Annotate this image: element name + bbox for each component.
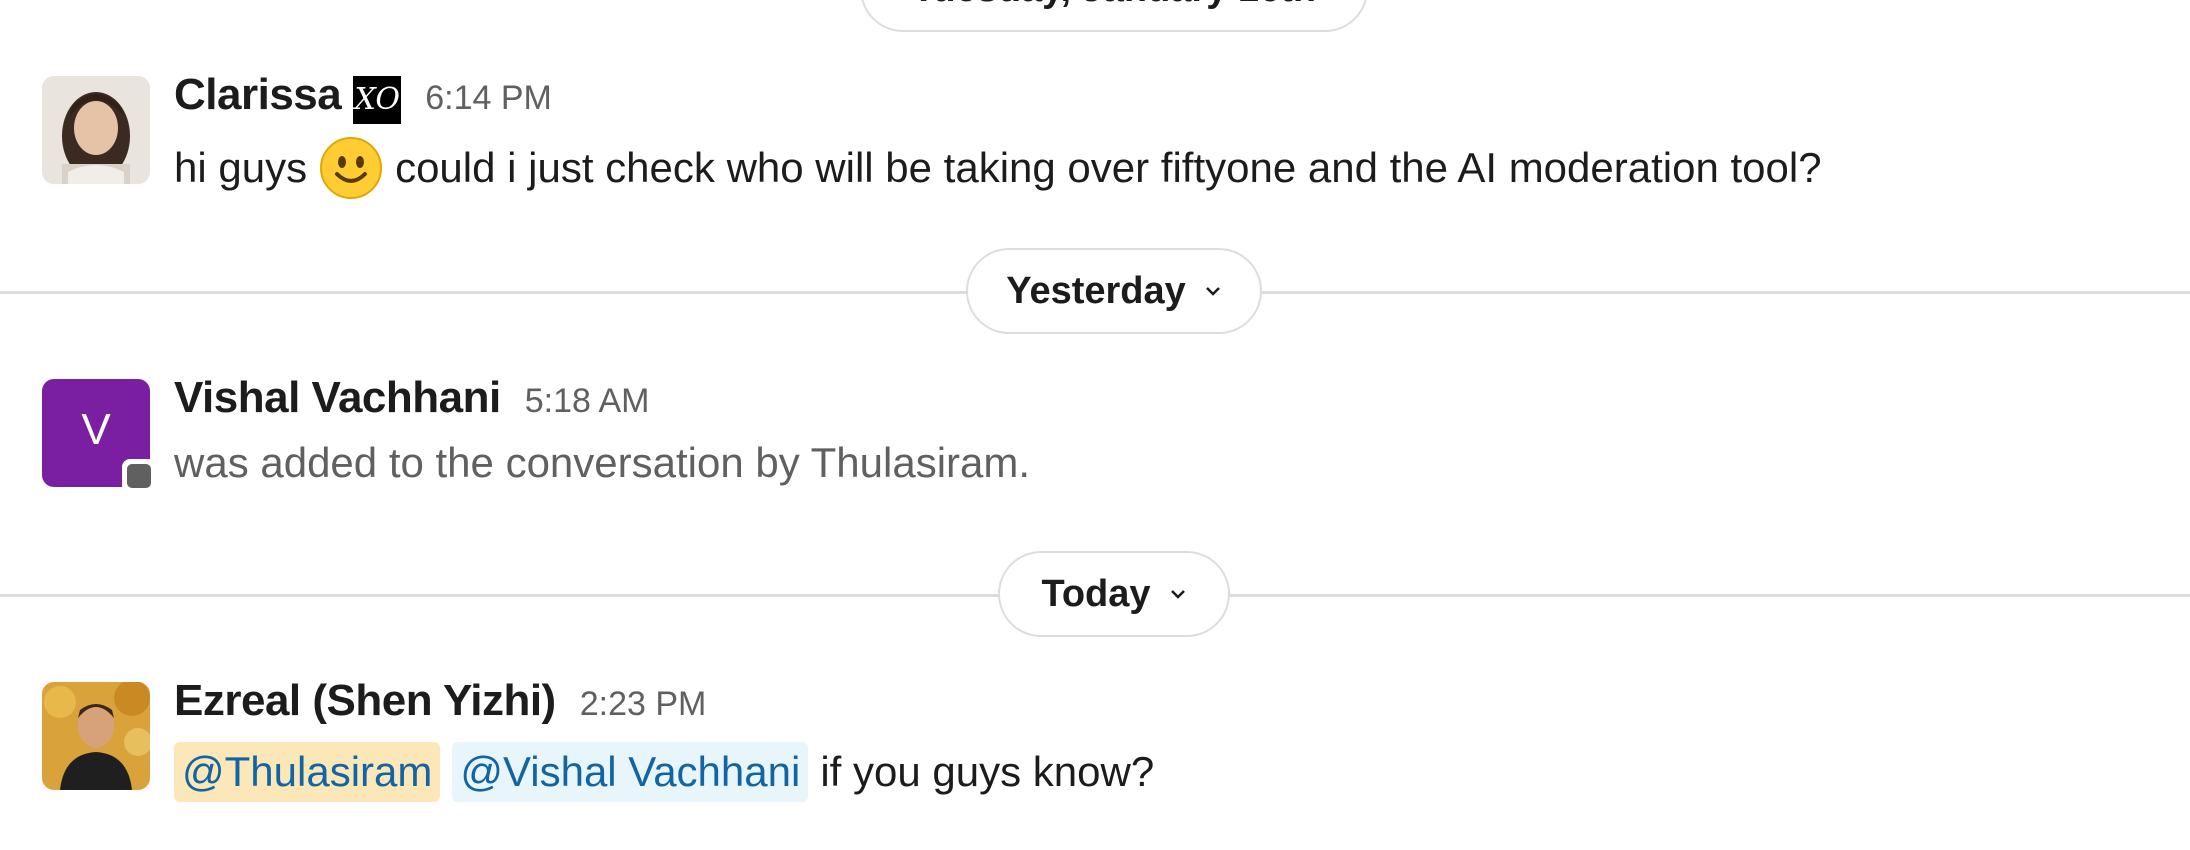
system-message-text: was added to the conversation by Thulasi… xyxy=(174,439,1031,486)
date-divider-label: Today xyxy=(1041,572,1151,615)
message-body: @Thulasiram @Vishal Vachhani if you guys… xyxy=(174,742,2190,802)
avatar-clarissa[interactable] xyxy=(42,76,150,184)
mention-thulasiram[interactable]: @Thulasiram xyxy=(174,742,441,802)
smile-emoji-icon xyxy=(319,136,383,200)
avatar-ezreal-photo xyxy=(42,682,150,790)
date-divider-top-label: Tuesday, January 16th xyxy=(912,0,1316,11)
message-timestamp[interactable]: 5:18 AM xyxy=(525,382,650,421)
date-divider-top[interactable]: Tuesday, January 16th xyxy=(860,0,1368,32)
message-text-part: if you guys know? xyxy=(820,748,1155,795)
date-divider-today[interactable]: Today xyxy=(998,551,1230,637)
message-ezreal[interactable]: Ezreal (Shen Yizhi) 2:23 PM @Thulasiram … xyxy=(174,676,2190,802)
date-divider-yesterday[interactable]: Yesterday xyxy=(966,248,1262,334)
sender-name[interactable]: Clarissa xyxy=(174,70,342,120)
sender-name[interactable]: Vishal Vachhani xyxy=(174,373,501,423)
message-vishal[interactable]: Vishal Vachhani 5:18 AM was added to the… xyxy=(174,373,2190,487)
message-text-part: could i just check who will be taking ov… xyxy=(395,144,1822,191)
message-timestamp[interactable]: 2:23 PM xyxy=(580,685,707,724)
date-divider-label: Yesterday xyxy=(1006,269,1186,312)
avatar-ezreal[interactable] xyxy=(42,682,150,790)
message-timestamp[interactable]: 6:14 PM xyxy=(425,79,552,118)
chevron-down-icon xyxy=(1169,588,1187,600)
avatar-vishal[interactable]: V xyxy=(42,379,156,493)
mention-vishal[interactable]: @Vishal Vachhani xyxy=(452,742,809,802)
status-emoji-badge[interactable]: XO xyxy=(353,76,402,124)
message-text-part: hi guys xyxy=(174,144,308,191)
avatar-initial: V xyxy=(81,405,111,454)
message-body: hi guys could i just check who will be t… xyxy=(174,136,2190,200)
presence-indicator-icon xyxy=(122,459,156,493)
sender-name[interactable]: Ezreal (Shen Yizhi) xyxy=(174,676,556,726)
chevron-down-icon xyxy=(1204,285,1222,297)
avatar-clarissa-photo xyxy=(42,76,150,184)
message-clarissa[interactable]: Clarissa XO 6:14 PM hi guys could i just… xyxy=(174,70,2190,200)
